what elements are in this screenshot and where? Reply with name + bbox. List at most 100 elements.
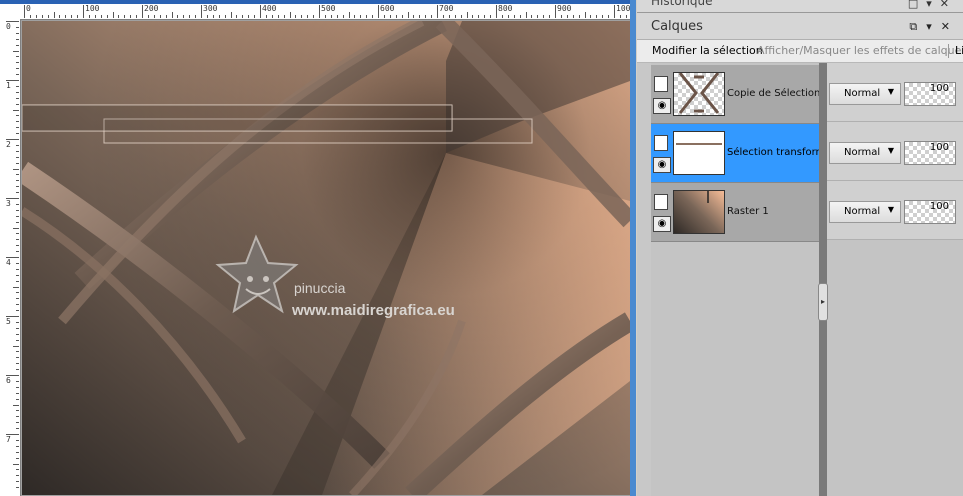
ruler-minor-tick — [16, 221, 19, 223]
ruler-minor-tick — [395, 15, 397, 18]
ruler-minor-tick — [106, 15, 108, 18]
opacity-field[interactable]: 100 — [904, 141, 956, 165]
layer-props-row: Normal ▼ 100 — [827, 122, 963, 181]
history-panel-icons[interactable]: □▾✕ — [908, 0, 957, 10]
ruler-minor-tick — [16, 274, 19, 276]
ruler-minor-tick — [484, 15, 486, 18]
ruler-minor-tick — [130, 15, 132, 18]
ruler-major-tick — [496, 5, 497, 18]
visibility-eye-icon[interactable]: ◉ — [653, 216, 671, 232]
ruler-major-tick — [24, 5, 25, 18]
ruler-minor-tick — [124, 15, 126, 18]
layer-props-row: Normal ▼ 100 — [827, 63, 963, 122]
toggle-layer-effects-button[interactable]: Afficher/Masquer les effets de calque — [757, 44, 961, 57]
ruler-minor-tick — [16, 251, 19, 253]
collapse-arrow-icon[interactable]: ▸ — [818, 283, 828, 321]
layer-type-icon — [654, 76, 668, 92]
visibility-eye-icon[interactable]: ◉ — [653, 157, 671, 173]
panel-splitter[interactable] — [819, 63, 827, 496]
ruler-minor-tick — [230, 12, 232, 18]
layer-row-selection-transformee[interactable]: ◉ Sélection transformée — [651, 124, 823, 183]
toolbar-truncated-item[interactable]: Li — [955, 44, 963, 57]
ruler-minor-tick — [16, 245, 19, 247]
ruler-minor-tick — [16, 351, 19, 353]
ruler-major-tick — [437, 5, 438, 18]
visibility-eye-icon[interactable]: ◉ — [653, 98, 671, 114]
ruler-minor-tick — [16, 156, 19, 158]
blend-mode-dropdown[interactable]: Normal ▼ — [829, 201, 901, 223]
ruler-minor-tick — [448, 15, 450, 18]
ruler-minor-tick — [16, 68, 19, 70]
blend-mode-dropdown[interactable]: Normal ▼ — [829, 142, 901, 164]
ruler-minor-tick — [596, 15, 598, 18]
ruler-minor-tick — [147, 15, 149, 18]
ruler-minor-tick — [16, 262, 19, 264]
ruler-minor-tick — [16, 333, 19, 335]
ruler-minor-tick — [16, 162, 19, 164]
ruler-minor-tick — [590, 15, 592, 18]
ruler-tick-label: 7 — [6, 435, 11, 444]
ruler-minor-tick — [16, 457, 19, 459]
layer-row-copie[interactable]: ◉ Copie de Sélection tra — [651, 65, 823, 124]
ruler-minor-tick — [16, 44, 19, 46]
ruler-minor-tick — [572, 15, 574, 18]
ruler-minor-tick — [16, 280, 19, 282]
ruler-tick-label: 200 — [144, 4, 159, 13]
history-title: Historique — [651, 0, 713, 8]
vertical-scrollbar[interactable] — [630, 0, 636, 496]
ruler-minor-tick — [16, 487, 19, 489]
ruler-minor-tick — [307, 15, 309, 18]
ruler-minor-tick — [16, 56, 19, 58]
layer-row-raster-1[interactable]: ◉ Raster 1 — [651, 183, 823, 242]
ruler-minor-tick — [16, 174, 19, 176]
ruler-minor-tick — [478, 15, 480, 18]
ruler-minor-tick — [625, 15, 627, 18]
ruler-minor-tick — [159, 15, 161, 18]
ruler-major-tick — [614, 5, 615, 18]
image-canvas-area[interactable]: 0 100 200 300 400 500 600 700 800 900 1000 0123456… — [0, 0, 636, 496]
ruler-minor-tick — [195, 15, 197, 18]
ruler-major-tick — [378, 5, 379, 18]
ruler-minor-tick — [177, 15, 179, 18]
ruler-minor-tick — [71, 15, 73, 18]
ruler-minor-tick — [289, 12, 291, 18]
ruler-minor-tick — [88, 15, 90, 18]
layers-toolbar: Modifier la sélection Afficher/Masquer l… — [637, 40, 963, 63]
blend-mode-dropdown[interactable]: Normal ▼ — [829, 83, 901, 105]
opacity-field[interactable]: 100 — [904, 200, 956, 224]
opacity-field[interactable]: 100 — [904, 82, 956, 106]
ruler-tick-label: 700 — [439, 4, 454, 13]
ruler-minor-tick — [65, 15, 67, 18]
image-canvas[interactable]: pinuccia www.maidiregrafica.eu — [22, 21, 630, 495]
ruler-minor-tick — [560, 15, 562, 18]
layers-panel-icons[interactable]: ⧉▾✕ — [909, 20, 959, 34]
ruler-minor-tick — [16, 203, 19, 205]
ruler-minor-tick — [16, 422, 19, 424]
ruler-minor-tick — [16, 186, 19, 188]
ruler-minor-tick — [13, 286, 19, 288]
ruler-tick-label: 3 — [6, 199, 11, 208]
ruler-minor-tick — [16, 357, 19, 359]
ruler-minor-tick — [324, 15, 326, 18]
ruler-minor-tick — [16, 150, 19, 152]
layer-type-icon — [654, 135, 668, 151]
ruler-minor-tick — [490, 15, 492, 18]
ruler-minor-tick — [608, 15, 610, 18]
ruler-minor-tick — [16, 363, 19, 365]
ruler-minor-tick — [578, 15, 580, 18]
ruler-major-tick — [142, 5, 143, 18]
ruler-minor-tick — [531, 15, 533, 18]
ruler-minor-tick — [13, 50, 19, 52]
ruler-minor-tick — [301, 15, 303, 18]
ruler-minor-tick — [16, 38, 19, 40]
history-panel-header[interactable]: Historique □▾✕ — [637, 0, 963, 13]
ruler-minor-tick — [16, 292, 19, 294]
ruler-minor-tick — [265, 15, 267, 18]
modify-selection-button[interactable]: Modifier la sélection — [652, 44, 763, 57]
ruler-minor-tick — [242, 15, 244, 18]
ruler-minor-tick — [13, 227, 19, 229]
layer-thumbnail — [673, 190, 725, 234]
ruler-minor-tick — [342, 15, 344, 18]
ruler-minor-tick — [212, 15, 214, 18]
ruler-minor-tick — [112, 12, 114, 18]
